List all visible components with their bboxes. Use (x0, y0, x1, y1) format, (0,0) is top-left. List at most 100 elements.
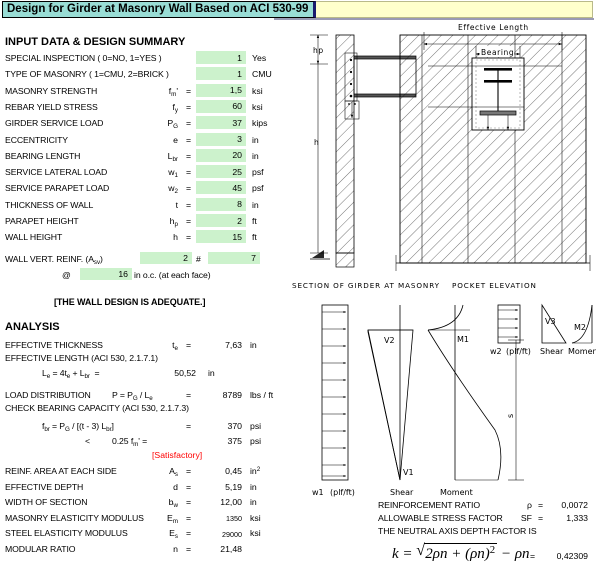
input-symbol-rebar-yield-stress: fy (172, 101, 178, 114)
caption-section-of-girder: SECTION OF GIRDER AT MASONRY (292, 281, 440, 290)
input-eq-rebar-yield-stress: = (186, 101, 192, 112)
analysis-value-effective-depth: 5,19 (225, 481, 242, 492)
analysis-eq-steel-elasticity-modulus: = (186, 528, 192, 539)
input-value-thickness-of-wall[interactable]: 8 (196, 197, 246, 211)
input-eq-thickness-of-wall: = (186, 199, 192, 210)
wall-reinf-label: WALL VERT. REINF. (Asv) (5, 254, 103, 266)
eff-length-unit: in (208, 368, 215, 378)
eff-thickness-symbol: te (172, 340, 178, 352)
wall-reinf-count[interactable]: 2 (140, 252, 192, 264)
input-section-heading: INPUT DATA & DESIGN SUMMARY (5, 36, 186, 48)
input-label-wall-height: WALL HEIGHT (5, 232, 63, 243)
eff-thickness-value: 7,63 (225, 340, 242, 350)
input-symbol-thickness-of-wall: t (175, 199, 178, 210)
eff-thickness-label: EFFECTIVE THICKNESS (5, 340, 103, 350)
eff-thickness-unit: in (250, 340, 257, 350)
input-unit-type-of-masonry-1-cmu-2-brick: CMU (252, 69, 272, 80)
analysis-eq-masonry-elasticity-modulus: = (186, 512, 192, 523)
analysis-value-width-of-section: 12,00 (220, 497, 242, 508)
input-unit-masonry-strength: ksi (252, 85, 263, 96)
w1-unit-label: (plf/ft) (330, 488, 355, 497)
title-bar: Design for Girder at Masonry Wall Based … (0, 0, 596, 20)
analysis-value-steel-elasticity-modulus: 29000 (222, 529, 242, 539)
analysis-unit-width-of-section: in (250, 497, 257, 508)
reinf-ratio-label: REINFORCEMENT RATIO (378, 500, 481, 510)
analysis-symbol-masonry-elasticity-modulus: Em (166, 512, 178, 525)
input-unit-parapet-height: ft (252, 216, 257, 226)
bearing-allow-lt: < (85, 436, 90, 446)
input-value-masonry-strength[interactable]: 1,5 (196, 83, 246, 97)
load-distribution-unit: lbs / ft (250, 390, 274, 400)
bearing-stress-formula: fbr = PG / [(t - 3) Lbr] (42, 421, 114, 433)
load-distribution-formula: P = PG / Le (112, 390, 153, 402)
input-eq-service-lateral-load: = (186, 167, 192, 178)
input-value-wall-height[interactable]: 15 (196, 230, 246, 244)
input-value-service-parapet-load[interactable]: 45 (196, 181, 246, 195)
input-label-eccentricity: ECCENTRICITY (5, 134, 68, 145)
shear-label-right: Shear (540, 347, 564, 356)
reinf-ratio-eq: = (538, 500, 544, 510)
analysis-unit-reinf-area-at-each-side: in2 (250, 466, 261, 476)
bearing-stress-unit: psi (250, 421, 262, 431)
input-label-service-parapet-load: SERVICE PARAPET LOAD (5, 183, 110, 194)
analysis-label-width-of-section: WIDTH OF SECTION (5, 497, 88, 508)
bearing-stress-value: 370 (227, 421, 243, 431)
input-value-rebar-yield-stress[interactable]: 60 (196, 99, 246, 113)
analysis-section-heading: ANALYSIS (5, 321, 60, 333)
input-value-type-of-masonry-1-cmu-2-brick[interactable]: 1 (196, 67, 246, 81)
bearing-allow-unit: psi (250, 436, 262, 446)
analysis-value-modular-ratio: 21,48 (220, 544, 242, 554)
w2-unit-label: (plf/ft) (506, 347, 531, 356)
bearing-capacity-header: CHECK BEARING CAPACITY (ACI 530, 2.1.7.3… (5, 403, 189, 413)
analysis-eq-width-of-section: = (186, 497, 192, 508)
wall-reinf-bar-size[interactable]: 7 (208, 252, 260, 264)
shear-label-left: Shear (390, 488, 414, 497)
wall-reinf-spacing[interactable]: 16 (80, 268, 132, 280)
analysis-label-masonry-elasticity-modulus: MASONRY ELASTICITY MODULUS (5, 512, 144, 523)
hp-dimension-label: hp (313, 46, 324, 55)
input-value-bearing-length[interactable]: 20 (196, 148, 246, 162)
input-value-service-lateral-load[interactable]: 25 (196, 165, 246, 179)
moment-label-left: Moment (440, 488, 473, 497)
input-label-masonry-strength: MASONRY STRENGTH (5, 85, 98, 96)
stress-factor-eq: = (538, 513, 544, 523)
v1-label: V1 (403, 468, 414, 477)
analysis-label-reinf-area-at-each-side: REINF. AREA AT EACH SIDE (5, 466, 117, 476)
input-unit-rebar-yield-stress: ksi (252, 101, 263, 112)
input-value-eccentricity[interactable]: 3 (196, 132, 246, 146)
moment-label-right: Moment (568, 347, 596, 356)
w1-load-label: w1 (312, 488, 324, 497)
input-label-bearing-length: BEARING LENGTH (5, 150, 81, 161)
eff-length-header: EFFECTIVE LENGTH (ACI 530, 2.1.7.1) (5, 353, 158, 363)
input-unit-bearing-length: in (252, 150, 259, 161)
stress-factor-symbol: SF (520, 513, 532, 523)
input-value-special-inspection-0-no-1-yes[interactable]: 1 (196, 51, 246, 64)
analysis-symbol-effective-depth: d (173, 481, 178, 492)
input-unit-service-parapet-load: psf (252, 183, 264, 194)
input-unit-eccentricity: in (252, 134, 259, 145)
bearing-label: Bearing (481, 48, 514, 57)
input-symbol-girder-service-load: PG (167, 118, 178, 130)
input-symbol-bearing-length: Lbr (167, 150, 178, 163)
input-eq-masonry-strength: = (186, 85, 192, 96)
input-eq-service-parapet-load: = (186, 183, 192, 194)
bearing-status-badge: [Satisfactory] (152, 450, 203, 460)
bearing-allow-formula: 0.25 fm' = (112, 436, 148, 448)
input-unit-wall-height: ft (252, 232, 257, 243)
spacing-at-symbol: @ (62, 270, 71, 280)
bearing-allow-value: 375 (227, 436, 243, 446)
input-value-girder-service-load[interactable]: 37 (196, 116, 246, 130)
page-title: Design for Girder at Masonry Wall Based … (2, 1, 317, 18)
shear-moment-diagrams: w1 (plf/ft) V2 V1 Shear M1 Moment s w2 (… (300, 300, 596, 500)
m2-label: M2 (574, 323, 586, 332)
caption-pocket-elevation: POCKET ELEVATION (452, 281, 537, 290)
k-value-eq: = (530, 551, 536, 561)
analysis-symbol-steel-elasticity-modulus: Es (169, 528, 178, 541)
analysis-eq-reinf-area-at-each-side: = (186, 466, 192, 476)
analysis-eq-modular-ratio: = (186, 544, 192, 554)
s-dimension-label: s (506, 414, 515, 418)
input-eq-bearing-length: = (186, 150, 192, 161)
stress-factor-value: 1,333 (566, 513, 588, 523)
m1-label: M1 (457, 335, 469, 344)
input-value-parapet-height[interactable]: 2 (196, 214, 246, 227)
